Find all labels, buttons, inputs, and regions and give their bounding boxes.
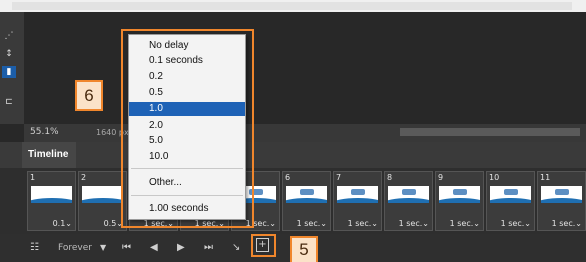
frame-thumbnail — [490, 186, 531, 203]
frame-number: 7 — [336, 173, 342, 182]
frame-11[interactable]: 11 1 sec.⌄ — [537, 171, 586, 231]
frame-delay-select[interactable]: 0.1⌄ — [53, 219, 72, 228]
frame-delay-select[interactable]: 1 sec.⌄ — [501, 219, 531, 228]
frame-10[interactable]: 10 1 sec.⌄ — [486, 171, 535, 231]
top-strip — [0, 0, 586, 12]
next-frame-icon[interactable]: ⏭ — [204, 242, 213, 254]
frame-thumbnail — [31, 186, 72, 203]
top-scroll-region — [12, 2, 572, 10]
frame-number: 9 — [438, 173, 444, 182]
frame-thumbnail — [388, 186, 429, 203]
frame-number: 11 — [540, 173, 551, 182]
frame-delay-select[interactable]: 1 sec.⌄ — [297, 219, 327, 228]
menu-item-no-delay[interactable]: No delay — [129, 39, 245, 53]
prev-frame-icon[interactable]: ◀ — [150, 242, 158, 254]
chevron-down-icon: ⌄ — [269, 219, 276, 228]
chevron-down-icon: ⌄ — [371, 219, 378, 228]
frame-thumbnail — [439, 186, 480, 203]
loop-dropdown-icon[interactable]: ▼ — [100, 242, 106, 254]
status-bar: 55.1% 1640 px — [24, 124, 586, 142]
frame-2[interactable]: 2 0.5⌄ — [78, 171, 127, 231]
zoom-level[interactable]: 55.1% — [30, 127, 59, 137]
frame-delay-select[interactable]: 1 sec.⌄ — [450, 219, 480, 228]
frame-thumbnail — [286, 186, 327, 203]
frame-thumbnail — [82, 186, 123, 203]
chevron-down-icon: ⌄ — [65, 219, 72, 228]
chevron-down-icon: ⌄ — [524, 219, 531, 228]
chevron-down-icon: ⌄ — [320, 219, 327, 228]
document-canvas[interactable] — [24, 12, 586, 124]
crop-tool-icon[interactable]: ⊏ — [2, 96, 16, 108]
play-icon[interactable]: ▶ — [177, 242, 185, 254]
menu-item-1-0[interactable]: 1.0 — [129, 102, 245, 116]
menu-item-10-0[interactable]: 10.0 — [129, 150, 245, 164]
menu-item-0-5[interactable]: 0.5 — [129, 86, 245, 100]
convert-timeline-icon[interactable]: ☷ — [30, 242, 39, 254]
app-window: ⋰ ↕ ▮ ⊏ 55.1% 1640 px Timeline 1 0.1⌄ 2 0.5… — [0, 0, 586, 262]
first-frame-icon[interactable]: ⏮ — [122, 242, 131, 254]
menu-item-0-1-seconds[interactable]: 0.1 seconds — [129, 54, 245, 68]
frame-delay-select[interactable]: 1 sec.⌄ — [348, 219, 378, 228]
frame-7[interactable]: 7 1 sec.⌄ — [333, 171, 382, 231]
tab-timeline[interactable]: Timeline — [22, 142, 76, 168]
menu-item-other[interactable]: Other... — [129, 176, 245, 190]
frame-number: 1 — [30, 173, 36, 182]
frame-delay-select[interactable]: 1 sec.⌄ — [399, 219, 429, 228]
frame-6[interactable]: 6 1 sec.⌄ — [282, 171, 331, 231]
frame-delay-menu: No delay 0.1 seconds 0.2 0.5 1.0 2.0 5.0… — [128, 34, 246, 220]
step-6-badge: 6 — [75, 80, 103, 111]
tools-panel: ⋰ ↕ ▮ ⊏ — [0, 12, 24, 124]
frame-number: 2 — [81, 173, 87, 182]
menu-separator — [131, 168, 243, 169]
new-frame-highlight — [251, 234, 276, 257]
timeline-header — [0, 142, 586, 168]
frame-thumbnail — [337, 186, 378, 203]
menu-item-current-delay: 1.00 seconds — [149, 203, 209, 214]
horizontal-scrollbar[interactable] — [400, 128, 580, 136]
frame-8[interactable]: 8 1 sec.⌄ — [384, 171, 433, 231]
marquee-tool-icon[interactable]: ⋰ — [2, 30, 16, 42]
frame-delay-select[interactable]: 1 sec.⌄ — [552, 219, 582, 228]
menu-item-0-2[interactable]: 0.2 — [129, 70, 245, 84]
frame-number: 8 — [387, 173, 393, 182]
step-5-badge: 5 — [290, 236, 318, 262]
chevron-down-icon: ⌄ — [422, 219, 429, 228]
frame-thumbnail — [541, 186, 582, 203]
frame-number: 6 — [285, 173, 291, 182]
menu-item-2-0[interactable]: 2.0 — [129, 119, 245, 133]
loop-options-select[interactable]: Forever — [58, 242, 92, 254]
tween-icon[interactable]: ↘ — [232, 242, 240, 254]
menu-separator — [131, 195, 243, 196]
move-tool-icon[interactable]: ↕ — [2, 48, 16, 60]
frame-9[interactable]: 9 1 sec.⌄ — [435, 171, 484, 231]
menu-item-5-0[interactable]: 5.0 — [129, 134, 245, 148]
frame-1[interactable]: 1 0.1⌄ — [27, 171, 76, 231]
frame-number: 10 — [489, 173, 500, 182]
chevron-down-icon: ⌄ — [473, 219, 480, 228]
selected-tool-icon[interactable]: ▮ — [2, 66, 16, 78]
chevron-down-icon: ⌄ — [575, 219, 582, 228]
